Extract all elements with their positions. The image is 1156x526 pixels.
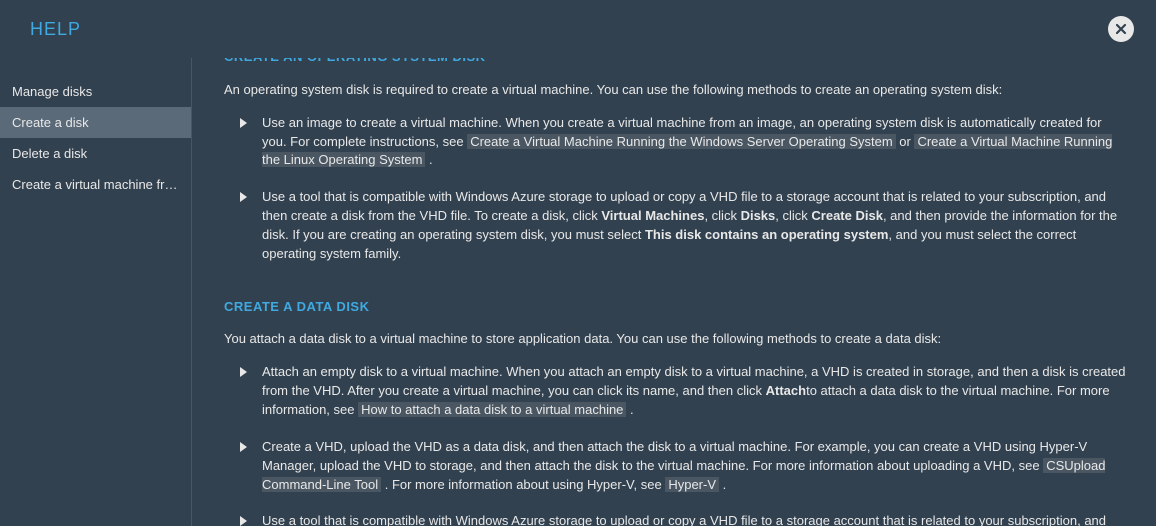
list-item: Use a tool that is compatible with Windo…: [262, 188, 1126, 263]
close-button[interactable]: [1108, 16, 1134, 42]
section-intro: You attach a data disk to a virtual mach…: [224, 330, 1126, 349]
sidebar-item-manage-disks[interactable]: Manage disks: [0, 76, 191, 107]
sidebar-item-delete-disk[interactable]: Delete a disk: [0, 138, 191, 169]
section-title-os-disk: CREATE AN OPERATING SYSTEM DISK: [224, 58, 1126, 67]
bullet-list: Use an image to create a virtual machine…: [224, 114, 1126, 264]
header: HELP: [0, 0, 1156, 58]
link-create-vm-windows[interactable]: Create a Virtual Machine Running the Win…: [467, 134, 895, 149]
list-item: Use a tool that is compatible with Windo…: [262, 512, 1126, 526]
help-title: HELP: [30, 19, 81, 40]
sidebar: Manage disks Create a disk Delete a disk…: [0, 58, 192, 526]
list-item: Attach an empty disk to a virtual machin…: [262, 363, 1126, 420]
bullet-list: Attach an empty disk to a virtual machin…: [224, 363, 1126, 526]
section-intro: An operating system disk is required to …: [224, 81, 1126, 100]
list-item: Use an image to create a virtual machine…: [262, 114, 1126, 171]
section-title-data-disk: CREATE A DATA DISK: [224, 298, 1126, 317]
body: Manage disks Create a disk Delete a disk…: [0, 58, 1156, 526]
list-item: Create a VHD, upload the VHD as a data d…: [262, 438, 1126, 495]
link-attach-data-disk[interactable]: How to attach a data disk to a virtual m…: [358, 402, 626, 417]
close-icon: [1115, 23, 1127, 35]
link-hyper-v[interactable]: Hyper-V: [665, 477, 719, 492]
content-area: CREATE AN OPERATING SYSTEM DISK An opera…: [192, 58, 1156, 526]
sidebar-item-create-disk[interactable]: Create a disk: [0, 107, 191, 138]
sidebar-item-create-vm-from[interactable]: Create a virtual machine from...: [0, 169, 191, 200]
